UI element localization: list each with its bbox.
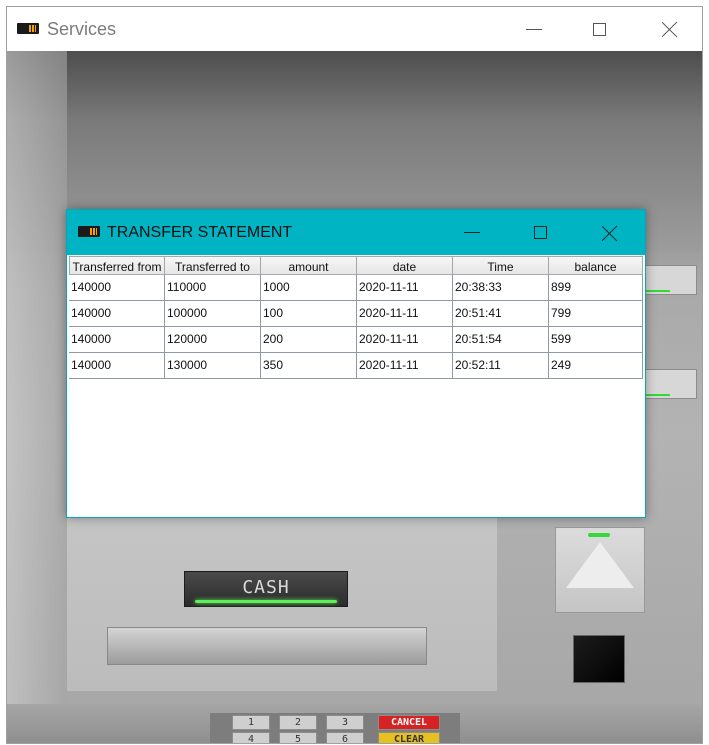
table-cell[interactable]: 350 xyxy=(261,353,357,379)
receipt-slot xyxy=(573,635,625,683)
close-icon xyxy=(602,225,618,241)
table-cell[interactable]: 20:52:11 xyxy=(453,353,549,379)
key-4[interactable]: 4 xyxy=(232,732,270,743)
keypad: 1 2 3 CANCEL 4 5 6 CLEAR xyxy=(210,713,460,743)
table-cell[interactable]: 140000 xyxy=(69,275,165,301)
minimize-icon xyxy=(464,232,480,233)
cash-button[interactable]: CASH xyxy=(184,571,348,607)
column-header[interactable]: Time xyxy=(453,256,549,275)
column-header[interactable]: balance xyxy=(549,256,643,275)
table-cell[interactable]: 599 xyxy=(549,327,643,353)
atm-side xyxy=(7,51,67,743)
cash-label: CASH xyxy=(242,577,290,598)
dialog-maximize-button[interactable] xyxy=(517,210,563,255)
table-row[interactable]: 140000 110000 1000 2020-11-11 20:38:33 8… xyxy=(69,275,643,301)
table-cell[interactable]: 20:51:54 xyxy=(453,327,549,353)
key-1[interactable]: 1 xyxy=(232,715,270,730)
window-title-bar[interactable]: Services xyxy=(7,7,702,51)
table-cell[interactable]: 110000 xyxy=(165,275,261,301)
dialog-title: TRANSFER STATEMENT xyxy=(107,224,293,241)
minimize-icon xyxy=(526,28,542,30)
maximize-button[interactable] xyxy=(576,7,622,51)
key-6[interactable]: 6 xyxy=(326,732,364,743)
dialog-title-bar[interactable]: TRANSFER STATEMENT xyxy=(67,210,645,255)
app-icon xyxy=(78,226,100,237)
table-row[interactable]: 140000 130000 350 2020-11-11 20:52:11 24… xyxy=(69,353,643,379)
column-header[interactable]: amount xyxy=(261,256,357,275)
column-header[interactable]: Transferred to xyxy=(165,256,261,275)
table-cell[interactable]: 20:51:41 xyxy=(453,301,549,327)
dialog-minimize-button[interactable] xyxy=(449,210,495,255)
table-cell[interactable]: 2020-11-11 xyxy=(357,327,453,353)
cash-led xyxy=(195,600,337,603)
clear-key[interactable]: CLEAR xyxy=(378,732,440,743)
table-cell[interactable]: 1000 xyxy=(261,275,357,301)
table-cell[interactable]: 200 xyxy=(261,327,357,353)
table-cell[interactable]: 2020-11-11 xyxy=(357,301,453,327)
table-cell[interactable]: 249 xyxy=(549,353,643,379)
table-cell[interactable]: 899 xyxy=(549,275,643,301)
table-cell[interactable]: 2020-11-11 xyxy=(357,353,453,379)
key-3[interactable]: 3 xyxy=(326,715,364,730)
close-icon xyxy=(662,21,678,37)
table-row[interactable]: 140000 120000 200 2020-11-11 20:51:54 59… xyxy=(69,327,643,353)
column-header[interactable]: date xyxy=(357,256,453,275)
dialog-close-button[interactable] xyxy=(587,210,633,255)
cancel-key[interactable]: CANCEL xyxy=(378,715,440,730)
statement-table: Transferred from Transferred to amount d… xyxy=(69,256,643,379)
minimize-button[interactable] xyxy=(511,7,557,51)
maximize-icon xyxy=(533,226,547,239)
maximize-icon xyxy=(592,22,606,36)
table-cell[interactable]: 130000 xyxy=(165,353,261,379)
table-header: Transferred from Transferred to amount d… xyxy=(69,256,643,275)
window-title: Services xyxy=(47,19,117,39)
table-cell[interactable]: 100 xyxy=(261,301,357,327)
card-slot xyxy=(566,542,634,588)
close-button[interactable] xyxy=(647,7,693,51)
card-reader[interactable] xyxy=(555,527,645,613)
card-led xyxy=(588,533,610,537)
table-cell[interactable]: 120000 xyxy=(165,327,261,353)
table-cell[interactable]: 140000 xyxy=(69,301,165,327)
table-row[interactable]: 140000 100000 100 2020-11-11 20:51:41 79… xyxy=(69,301,643,327)
transfer-statement-dialog: TRANSFER STATEMENT Transferred from Tran… xyxy=(66,209,646,518)
cash-dispenser xyxy=(107,627,427,665)
table-cell[interactable]: 140000 xyxy=(69,353,165,379)
app-icon xyxy=(17,23,39,34)
table-cell[interactable]: 140000 xyxy=(69,327,165,353)
key-2[interactable]: 2 xyxy=(279,715,317,730)
table-cell[interactable]: 20:38:33 xyxy=(453,275,549,301)
table-cell[interactable]: 799 xyxy=(549,301,643,327)
key-5[interactable]: 5 xyxy=(279,732,317,743)
table-cell[interactable]: 2020-11-11 xyxy=(357,275,453,301)
table-cell[interactable]: 100000 xyxy=(165,301,261,327)
column-header[interactable]: Transferred from xyxy=(69,256,165,275)
